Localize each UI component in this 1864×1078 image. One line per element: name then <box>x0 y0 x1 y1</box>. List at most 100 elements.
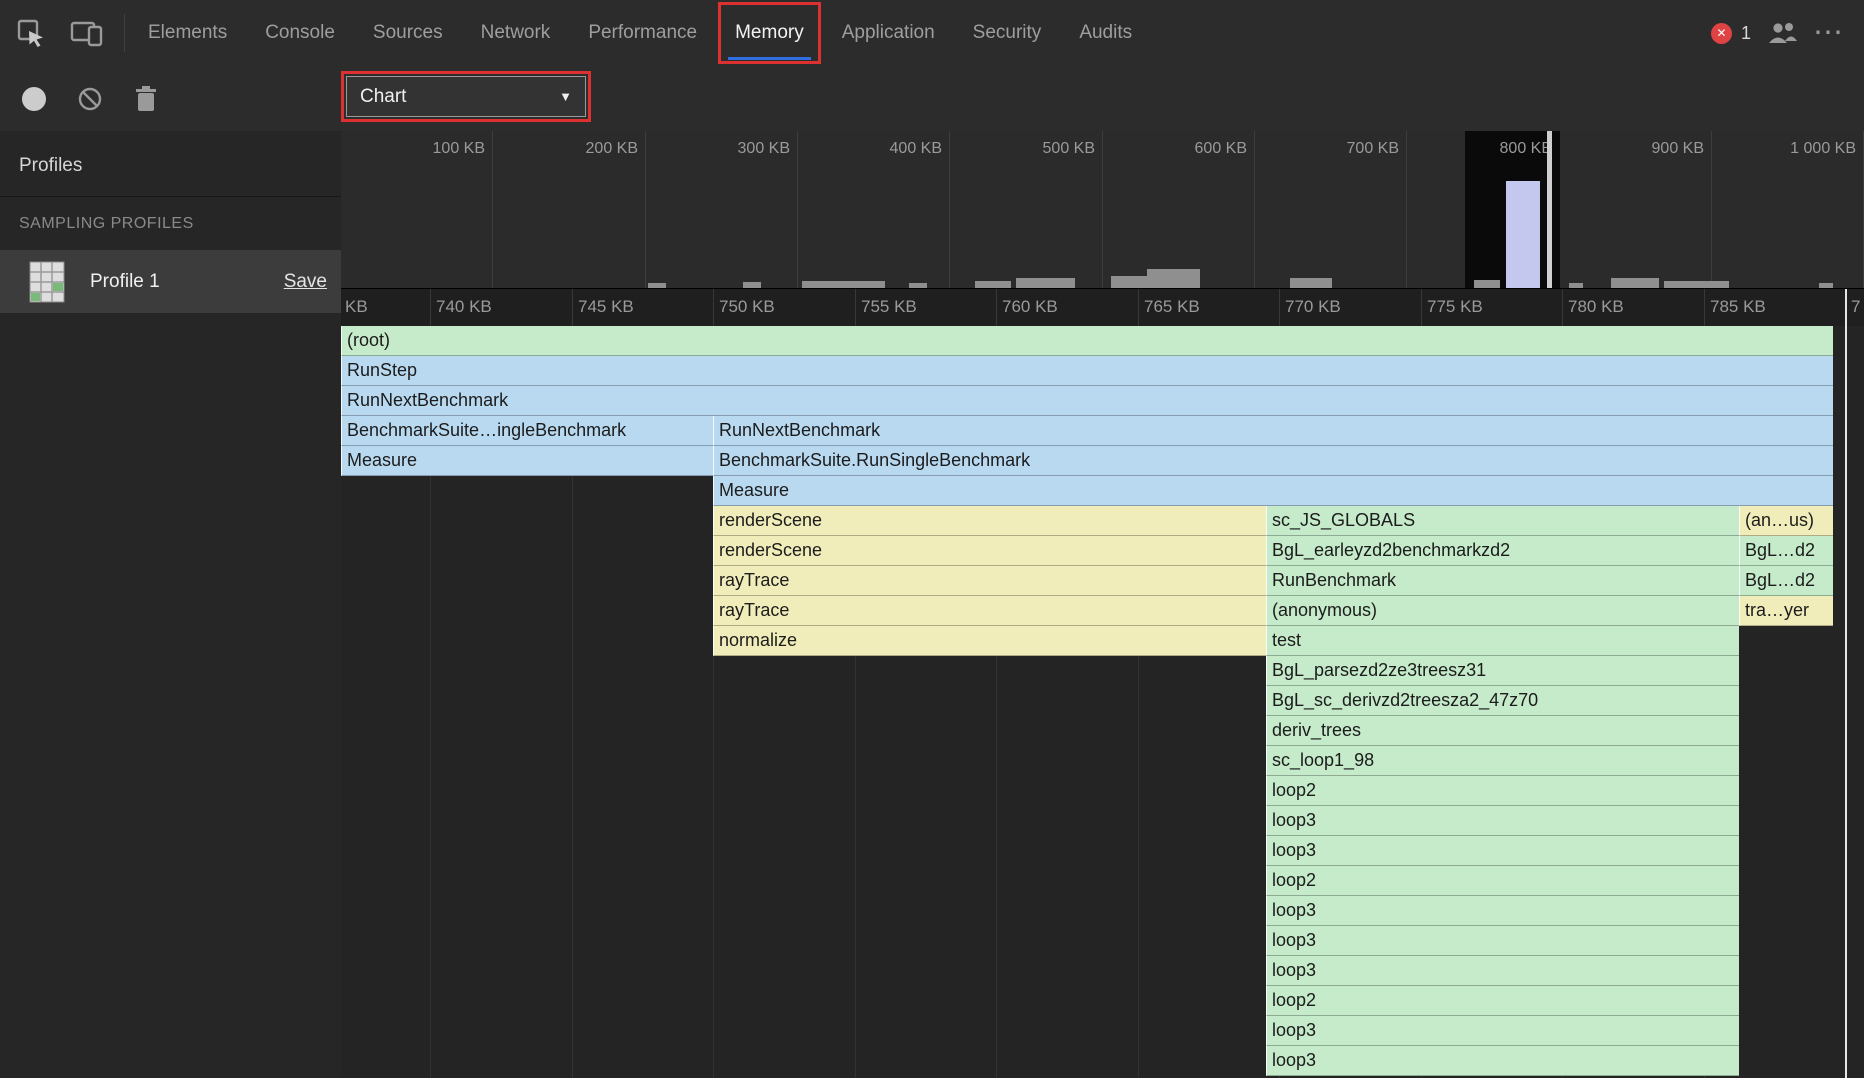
tab-security[interactable]: Security <box>954 0 1061 66</box>
flame-frame[interactable]: loop3 <box>1266 926 1739 956</box>
flame-frame[interactable]: BgL_earleyzd2benchmarkzd2 <box>1266 536 1739 566</box>
chevron-down-icon: ▼ <box>559 89 572 104</box>
tab-network[interactable]: Network <box>462 0 570 66</box>
flame-frame[interactable]: renderScene <box>713 536 1266 566</box>
flame-frame[interactable]: loop2 <box>1266 776 1739 806</box>
flame-chart[interactable]: (root)RunStepRunNextBenchmarkBenchmarkSu… <box>341 326 1864 1078</box>
overview-axis-label: 1 000 KB <box>1790 140 1856 158</box>
overview-axis-label: 300 KB <box>738 140 790 158</box>
ruler-tick <box>572 289 573 327</box>
memory-overview[interactable]: 100 KB200 KB300 KB400 KB500 KB600 KB700 … <box>341 131 1864 288</box>
overview-gridline <box>645 131 646 288</box>
flame-frame[interactable]: sc_loop1_98 <box>1266 746 1739 776</box>
device-toolbar-icon[interactable] <box>70 18 104 48</box>
sidebar-divider <box>0 196 341 197</box>
tab-audits[interactable]: Audits <box>1060 0 1151 66</box>
tab-performance[interactable]: Performance <box>569 0 716 66</box>
overview-axis-label: 500 KB <box>1043 140 1095 158</box>
overview-gridline <box>797 131 798 288</box>
error-badge-icon[interactable]: ✕ <box>1711 23 1732 44</box>
ruler-label: KB <box>345 297 368 317</box>
tab-console[interactable]: Console <box>246 0 354 66</box>
record-button[interactable] <box>22 87 46 111</box>
ruler-label: 7 <box>1851 297 1860 317</box>
overview-axis-label: 600 KB <box>1195 140 1247 158</box>
overview-gridline <box>1711 131 1712 288</box>
save-profile-link[interactable]: Save <box>284 271 327 293</box>
flame-frame[interactable]: RunStep <box>341 356 1833 386</box>
inspect-element-icon[interactable] <box>16 18 46 48</box>
flame-frame[interactable]: (anonymous) <box>1266 596 1739 626</box>
flame-frame[interactable]: loop3 <box>1266 1046 1739 1076</box>
overview-gridline <box>1254 131 1255 288</box>
view-mode-dropdown[interactable]: Chart ▼ <box>346 76 586 117</box>
users-icon[interactable] <box>1766 21 1798 45</box>
clear-icon[interactable] <box>76 85 104 113</box>
tab-sources[interactable]: Sources <box>354 0 462 66</box>
overview-histogram-bar <box>1147 269 1200 288</box>
flame-frame[interactable]: rayTrace <box>713 596 1266 626</box>
flame-frame[interactable]: BenchmarkSuite…ingleBenchmark <box>341 416 713 446</box>
overview-histogram-bar <box>1290 278 1332 288</box>
sampling-profiles-heading: SAMPLING PROFILES <box>19 215 194 233</box>
flame-frame[interactable]: BgL_sc_derivzd2treesza2_47z70 <box>1266 686 1739 716</box>
flame-frame[interactable]: (root) <box>341 326 1833 356</box>
flame-frame[interactable]: loop3 <box>1266 806 1739 836</box>
flame-frame[interactable]: normalize <box>713 626 1266 656</box>
overview-axis-label: 100 KB <box>433 140 485 158</box>
ruler-tick <box>1421 289 1422 327</box>
flame-frame[interactable]: loop2 <box>1266 986 1739 1016</box>
flame-frame[interactable]: loop3 <box>1266 956 1739 986</box>
overview-axis-label: 800 KB <box>1500 140 1552 158</box>
flame-frame[interactable]: RunBenchmark <box>1266 566 1739 596</box>
ruler-label: 760 KB <box>1002 297 1058 317</box>
flame-frame[interactable]: BenchmarkSuite.RunSingleBenchmark <box>713 446 1833 476</box>
tab-application[interactable]: Application <box>823 0 954 66</box>
delete-profile-icon[interactable] <box>134 85 158 113</box>
flame-frame[interactable]: renderScene <box>713 506 1266 536</box>
sidebar-title: Profiles <box>19 155 82 177</box>
flame-frame[interactable]: Measure <box>341 446 713 476</box>
overview-histogram-bar <box>1016 278 1075 288</box>
overflow-menu-icon[interactable]: ⋯ <box>1813 23 1844 43</box>
flame-frame[interactable]: BgL_parsezd2ze3treesz31 <box>1266 656 1739 686</box>
tab-label: Network <box>481 22 551 44</box>
chart-edge-line <box>1845 289 1847 327</box>
flame-frame[interactable]: RunNextBenchmark <box>341 386 1833 416</box>
flame-frame[interactable]: Measure <box>713 476 1833 506</box>
ruler-label: 770 KB <box>1285 297 1341 317</box>
active-tab-underline <box>728 57 811 60</box>
flame-frame[interactable]: loop3 <box>1266 836 1739 866</box>
selection-right-grip[interactable] <box>1547 131 1552 288</box>
flame-frame[interactable]: sc_JS_GLOBALS <box>1266 506 1739 536</box>
flame-frame[interactable]: loop3 <box>1266 1016 1739 1046</box>
tab-label: Audits <box>1079 22 1132 44</box>
ruler-label: 775 KB <box>1427 297 1483 317</box>
flame-frame[interactable]: (an…us) <box>1739 506 1833 536</box>
flame-frame[interactable]: BgL…d2 <box>1739 536 1833 566</box>
ruler-label: 755 KB <box>861 297 917 317</box>
tab-label: Application <box>842 22 935 44</box>
flame-frame[interactable]: loop2 <box>1266 866 1739 896</box>
ruler-label: 765 KB <box>1144 297 1200 317</box>
flame-frame[interactable]: tra…yer <box>1739 596 1833 626</box>
flame-frame[interactable]: deriv_trees <box>1266 716 1739 746</box>
toolbar-divider <box>124 14 125 52</box>
flame-frame[interactable]: BgL…d2 <box>1739 566 1833 596</box>
flame-frame[interactable]: rayTrace <box>713 566 1266 596</box>
flame-frame[interactable]: loop3 <box>1266 896 1739 926</box>
tab-label: Console <box>265 22 335 44</box>
profile-list-item[interactable]: Profile 1 Save <box>0 250 341 313</box>
overview-gridline <box>949 131 950 288</box>
flame-frame[interactable]: test <box>1266 626 1739 656</box>
devtools-window: Elements Console Sources Network Performance… <box>0 0 1864 1078</box>
tab-elements[interactable]: Elements <box>129 0 246 66</box>
overview-histogram-bar <box>802 281 885 288</box>
toolbar-right-group: ✕ 1 ⋯ <box>1711 0 1864 66</box>
tab-memory[interactable]: Memory <box>716 0 823 66</box>
tab-label: Elements <box>148 22 227 44</box>
flame-ruler: KB740 KB745 KB750 KB755 KB760 KB765 KB77… <box>341 288 1864 327</box>
flame-frame[interactable]: RunNextBenchmark <box>713 416 1833 446</box>
overview-gridline <box>1102 131 1103 288</box>
profile-icon <box>24 259 70 305</box>
